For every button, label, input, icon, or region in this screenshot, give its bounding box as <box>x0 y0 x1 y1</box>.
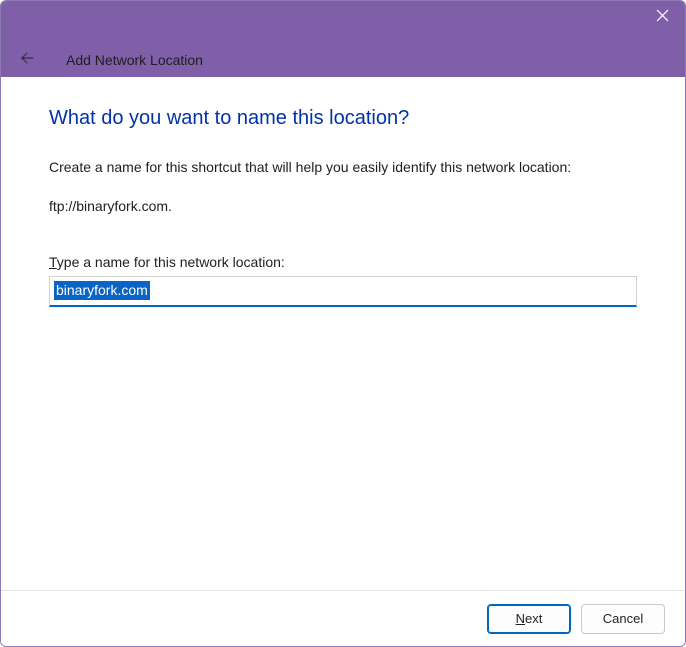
input-selected-text: binaryfork.com <box>54 281 150 300</box>
description-text: Create a name for this shortcut that wil… <box>49 158 637 178</box>
wizard-title: Add Network Location <box>66 52 203 68</box>
close-button[interactable] <box>639 1 685 35</box>
wizard-footer: Next Cancel <box>1 590 685 646</box>
next-rest: ext <box>525 611 542 626</box>
input-label: Type a name for this network location: <box>49 254 637 270</box>
cancel-label: Cancel <box>603 611 643 626</box>
wizard-window: Add Network Location What do you want to… <box>0 0 686 647</box>
wizard-content: What do you want to name this location? … <box>1 77 685 590</box>
close-icon <box>656 9 669 27</box>
cancel-button[interactable]: Cancel <box>581 604 665 634</box>
wizard-header: Add Network Location <box>1 43 685 77</box>
location-name-input[interactable]: binaryfork.com <box>49 276 637 307</box>
titlebar <box>1 1 685 43</box>
input-label-rest: ype a name for this network location: <box>57 254 285 270</box>
back-arrow-icon <box>19 50 35 71</box>
next-accel: N <box>516 611 525 626</box>
back-button <box>13 46 41 74</box>
address-text: ftp://binaryfork.com. <box>49 198 637 214</box>
next-button[interactable]: Next <box>487 604 571 634</box>
input-label-accel: T <box>49 254 57 270</box>
page-heading: What do you want to name this location? <box>49 107 637 130</box>
